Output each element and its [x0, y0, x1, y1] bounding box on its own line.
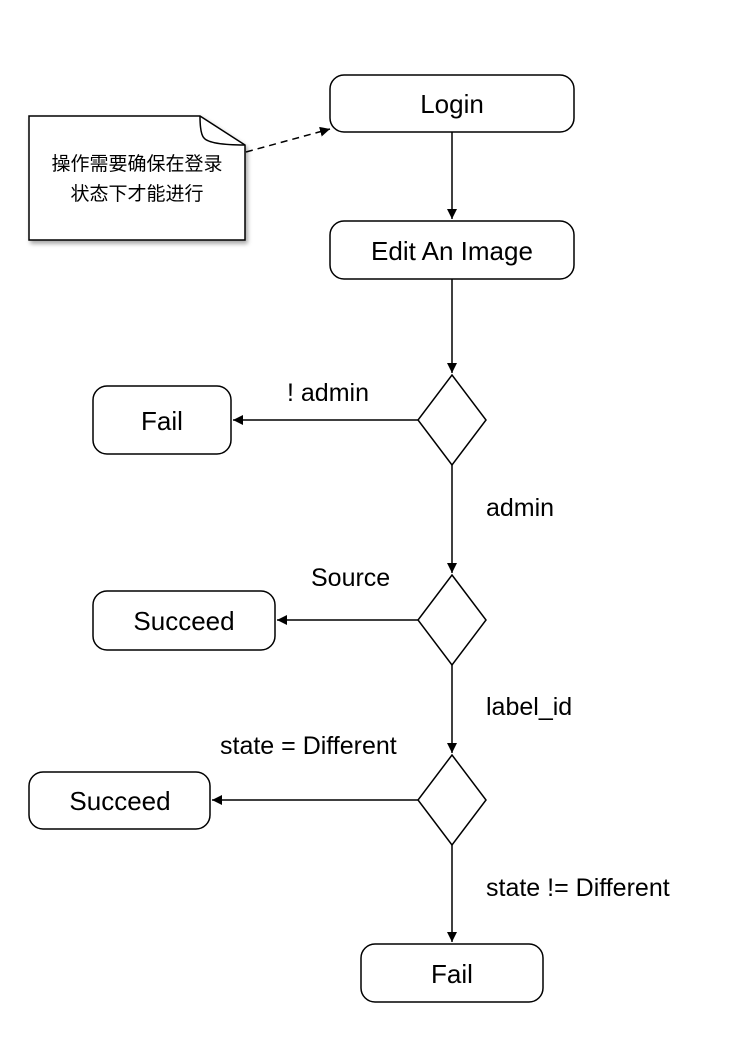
edge-label-label-id: label_id: [486, 693, 572, 721]
node-fail-admin-label: Fail: [141, 406, 183, 436]
node-succeed-source-label: Succeed: [133, 606, 234, 636]
node-login: Login: [329, 74, 575, 133]
decision-state: [417, 753, 487, 847]
decision-source: [417, 573, 487, 667]
node-edit-image: Edit An Image: [329, 220, 575, 280]
decision-admin: [417, 373, 487, 467]
edge-note-to-login: [245, 126, 331, 153]
edge-label-state-different: state = Different: [220, 732, 397, 760]
node-succeed-state: Succeed: [28, 771, 211, 830]
note-line-2: 状态下才能进行: [70, 183, 203, 205]
node-fail-final: Fail: [360, 943, 544, 1003]
flowchart: 操作需要确保在登录 状态下才能进行 Login Edit An Image Fa…: [28, 74, 670, 1003]
edge-label-state-not-different: state != Different: [486, 874, 670, 902]
note: 操作需要确保在登录 状态下才能进行: [28, 115, 246, 241]
node-login-label: Login: [420, 89, 484, 119]
edge-label-not-admin: ! admin: [287, 379, 369, 407]
node-edit-image-label: Edit An Image: [371, 236, 533, 266]
node-fail-final-label: Fail: [431, 959, 473, 989]
edge-label-admin: admin: [486, 494, 554, 522]
note-line-1: 操作需要确保在登录: [51, 153, 222, 175]
node-succeed-state-label: Succeed: [69, 786, 170, 816]
node-succeed-source: Succeed: [92, 590, 276, 651]
note-shape: [28, 115, 246, 241]
node-fail-admin: Fail: [92, 385, 232, 455]
edge-label-source: Source: [311, 564, 390, 592]
